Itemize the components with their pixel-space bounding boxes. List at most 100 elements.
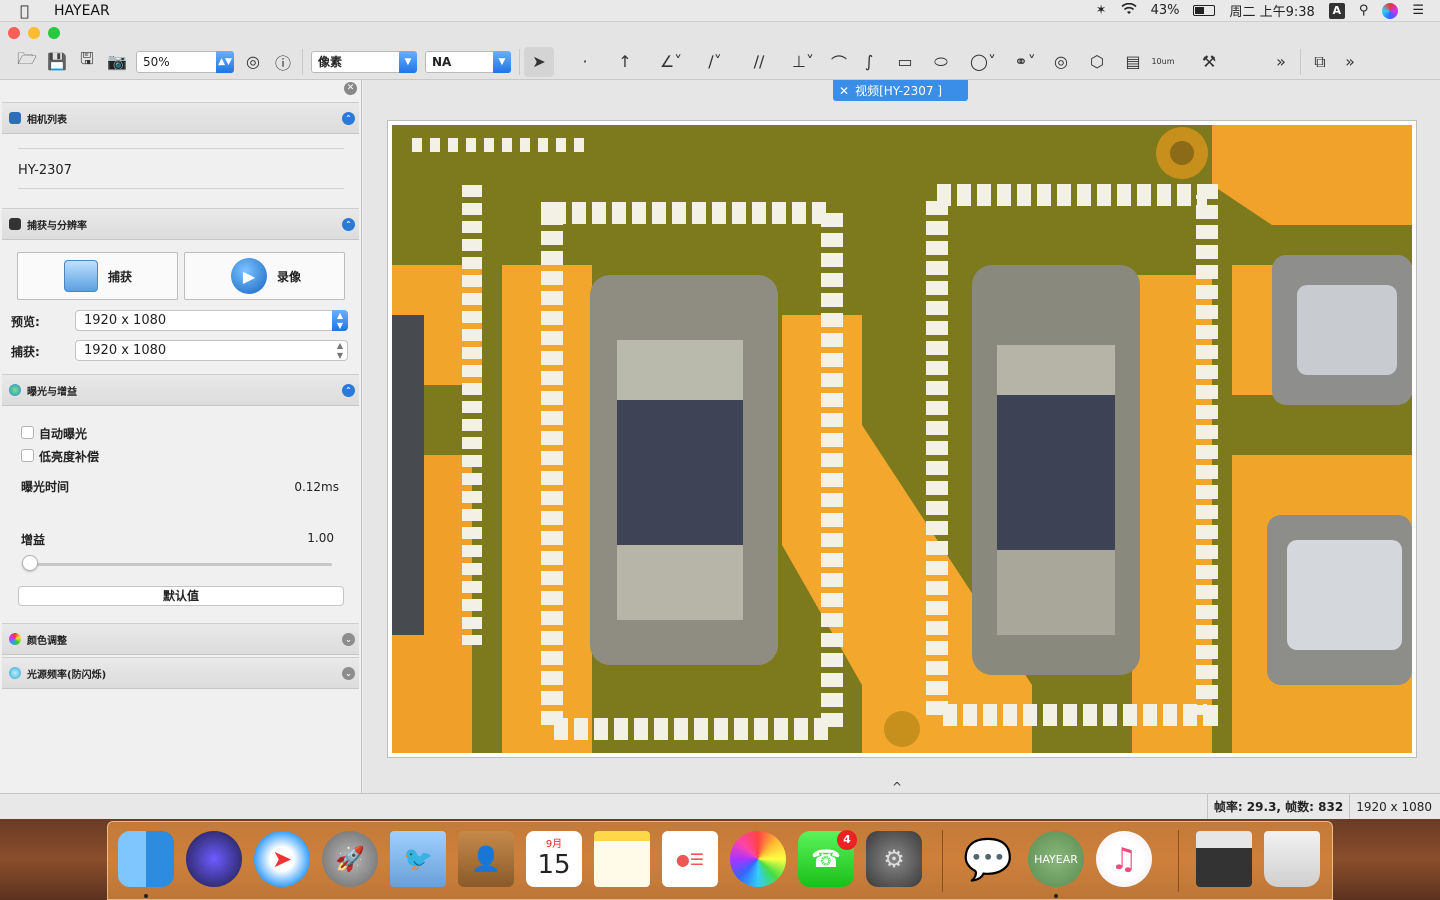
control-panel: ✕ 相机列表 ⌃ HY-2307 捕获与分辨率 ⌃ 捕获 ▶ 录像 预览: 19… xyxy=(0,80,362,793)
wifi-icon[interactable] xyxy=(1121,2,1137,19)
notification-center-icon[interactable]: ☰ xyxy=(1412,3,1424,18)
polygon-tool-icon[interactable]: ⬡ xyxy=(1082,47,1112,77)
default-values-button[interactable]: 默认值 xyxy=(18,586,344,606)
running-indicator xyxy=(1054,894,1058,898)
video-tab[interactable]: ✕ 视频[HY-2307 ] xyxy=(833,80,968,101)
arrow-tool-icon[interactable]: ↑ xyxy=(610,47,640,77)
wechat-icon[interactable]: 💬 xyxy=(960,831,1016,887)
exposure-gain-header[interactable]: 曝光与增益 ⌃ xyxy=(2,374,359,406)
capture-res-label: 捕获: xyxy=(11,345,40,359)
color-adjust-header[interactable]: 颜色调整 ⌄ xyxy=(2,623,359,655)
gain-slider-track[interactable] xyxy=(27,563,332,566)
finder-icon[interactable] xyxy=(118,831,174,887)
capture-resolution-select[interactable]: 1920 x 1080 ▲ ▼ xyxy=(75,340,348,361)
line-tool-icon[interactable]: ∕˅ xyxy=(700,47,730,77)
parallel-tool-icon[interactable]: ∕∕ xyxy=(744,47,774,77)
point-tool-icon[interactable]: · xyxy=(570,47,600,77)
concentric-tool-icon[interactable]: ◎ xyxy=(1046,47,1076,77)
lens-select[interactable]: NA ▼ xyxy=(425,50,511,73)
chevron-down-icon[interactable]: ▼ xyxy=(493,50,511,73)
light-frequency-header[interactable]: 光源频率(防闪烁) ⌄ xyxy=(2,657,359,689)
capture-resolution-header[interactable]: 捕获与分辨率 ⌃ xyxy=(2,208,359,240)
bottom-panel-toggle[interactable]: ^ xyxy=(892,780,902,794)
record-button[interactable]: ▶ 录像 xyxy=(184,252,345,300)
chevron-down-icon[interactable]: ▼ xyxy=(399,50,417,73)
tab-close-icon[interactable]: ✕ xyxy=(839,84,849,98)
panel-close-icon[interactable]: ✕ xyxy=(344,82,357,95)
open-folder-icon[interactable]: 🗁 xyxy=(12,47,42,77)
circle-tool-icon[interactable]: ◯˅ xyxy=(968,47,998,77)
arc-tool-icon[interactable]: ⌒ xyxy=(824,47,854,77)
angle-tool-icon[interactable]: ∠˅ xyxy=(656,47,686,77)
zoom-window-button[interactable] xyxy=(48,27,60,39)
preview-resolution-select[interactable]: 1920 x 1080 ▲ ▼ xyxy=(75,310,348,331)
microscope-live-image[interactable] xyxy=(392,125,1412,753)
rectangle-tool-icon[interactable]: ▭ xyxy=(890,47,920,77)
zoom-select[interactable]: 50% ▲▼ xyxy=(136,50,234,73)
curve-tool-icon[interactable]: ∫ xyxy=(854,47,884,77)
two-circle-tool-icon[interactable]: ⚭˅ xyxy=(1010,47,1040,77)
capture-button[interactable]: 捕获 xyxy=(17,252,178,300)
text-tool-icon[interactable]: ▤ xyxy=(1118,47,1148,77)
clock[interactable]: 周二 上午9:38 xyxy=(1229,1,1314,20)
bluetooth-icon[interactable]: ✶ xyxy=(1096,3,1107,18)
battery-percent: 43% xyxy=(1150,3,1180,18)
stepper-icon[interactable]: ▲ ▼ xyxy=(332,340,348,361)
launchpad-icon[interactable]: 🚀 xyxy=(322,831,378,887)
input-method-icon[interactable]: A xyxy=(1328,2,1345,19)
exposure-icon xyxy=(9,384,21,396)
zoom-stepper-icon[interactable]: ▲▼ xyxy=(216,50,234,73)
unit-select[interactable]: 像素 ▼ xyxy=(311,50,417,73)
app-menu[interactable]: HAYEAR xyxy=(54,3,110,19)
window-layout-icon[interactable]: ⧉ xyxy=(1305,47,1335,77)
camera-list-header[interactable]: 相机列表 ⌃ xyxy=(2,102,359,134)
trash-icon[interactable] xyxy=(1264,831,1320,887)
camera-list-icon xyxy=(9,112,21,124)
overflow-icon[interactable]: » xyxy=(1335,47,1365,77)
minimize-window-button[interactable] xyxy=(28,27,40,39)
perpendicular-tool-icon[interactable]: ⊥˅ xyxy=(788,47,818,77)
low-light-checkbox[interactable] xyxy=(21,449,34,462)
chevron-up-icon[interactable]: ⌃ xyxy=(342,384,355,397)
itunes-icon[interactable]: ♫ xyxy=(1096,831,1152,887)
downloads-stack-icon[interactable] xyxy=(1196,831,1252,887)
siri-app-icon[interactable] xyxy=(186,831,242,887)
save-as-icon[interactable]: 🖫 xyxy=(72,47,102,77)
exposure-time-label: 曝光时间 xyxy=(21,480,70,494)
chevron-up-icon[interactable]: ⌃ xyxy=(342,112,355,125)
resolution-status: 1920 x 1080 xyxy=(1349,793,1440,820)
camera-list-item[interactable]: HY-2307 xyxy=(18,163,72,178)
reminders-icon[interactable]: ●☰ xyxy=(662,831,718,887)
info-icon[interactable]: ⓘ xyxy=(268,47,298,77)
apple-menu-icon[interactable]:  xyxy=(20,2,38,20)
more-tools-icon[interactable]: » xyxy=(1266,47,1296,77)
dock: ➤ 🚀 🐦 👤 9月 15 ●☰ ☎ 4 ⚙ 💬 HAYEAR ♫ xyxy=(107,821,1333,900)
mail-icon[interactable]: 🐦 xyxy=(390,831,446,887)
gain-slider-knob[interactable] xyxy=(22,555,38,571)
safari-icon[interactable]: ➤ xyxy=(254,831,310,887)
ellipse-tool-icon[interactable]: ⬭ xyxy=(926,47,956,77)
battery-icon[interactable] xyxy=(1193,5,1216,16)
scale-bar-tool-icon[interactable]: 10um xyxy=(1148,47,1178,77)
video-view: ✕ 视频[HY-2307 ] ^ xyxy=(363,80,1440,794)
calendar-icon[interactable]: 9月 15 xyxy=(526,831,582,887)
hayear-app-icon[interactable]: HAYEAR xyxy=(1028,831,1084,887)
snapshot-camera-icon[interactable]: 📷 xyxy=(102,47,132,77)
contacts-icon[interactable]: 👤 xyxy=(458,831,514,887)
notes-icon[interactable] xyxy=(594,831,650,887)
siri-icon[interactable] xyxy=(1382,2,1399,19)
settings-tools-icon[interactable]: ⚒ xyxy=(1194,47,1224,77)
stepper-icon[interactable]: ▲ ▼ xyxy=(332,310,348,331)
spotlight-icon[interactable]: ⚲ xyxy=(1359,3,1369,18)
photos-icon[interactable] xyxy=(730,831,786,887)
target-icon[interactable]: ◎ xyxy=(238,47,268,77)
system-preferences-icon[interactable]: ⚙ xyxy=(866,831,922,887)
select-pointer-icon[interactable]: ➤ xyxy=(524,46,554,77)
auto-exposure-checkbox[interactable] xyxy=(21,426,34,439)
chevron-down-icon[interactable]: ⌄ xyxy=(342,667,355,680)
save-icon[interactable]: 💾 xyxy=(42,47,72,77)
close-window-button[interactable] xyxy=(8,27,20,39)
video-frame xyxy=(387,120,1417,758)
chevron-down-icon[interactable]: ⌄ xyxy=(342,633,355,646)
chevron-up-icon[interactable]: ⌃ xyxy=(342,218,355,231)
